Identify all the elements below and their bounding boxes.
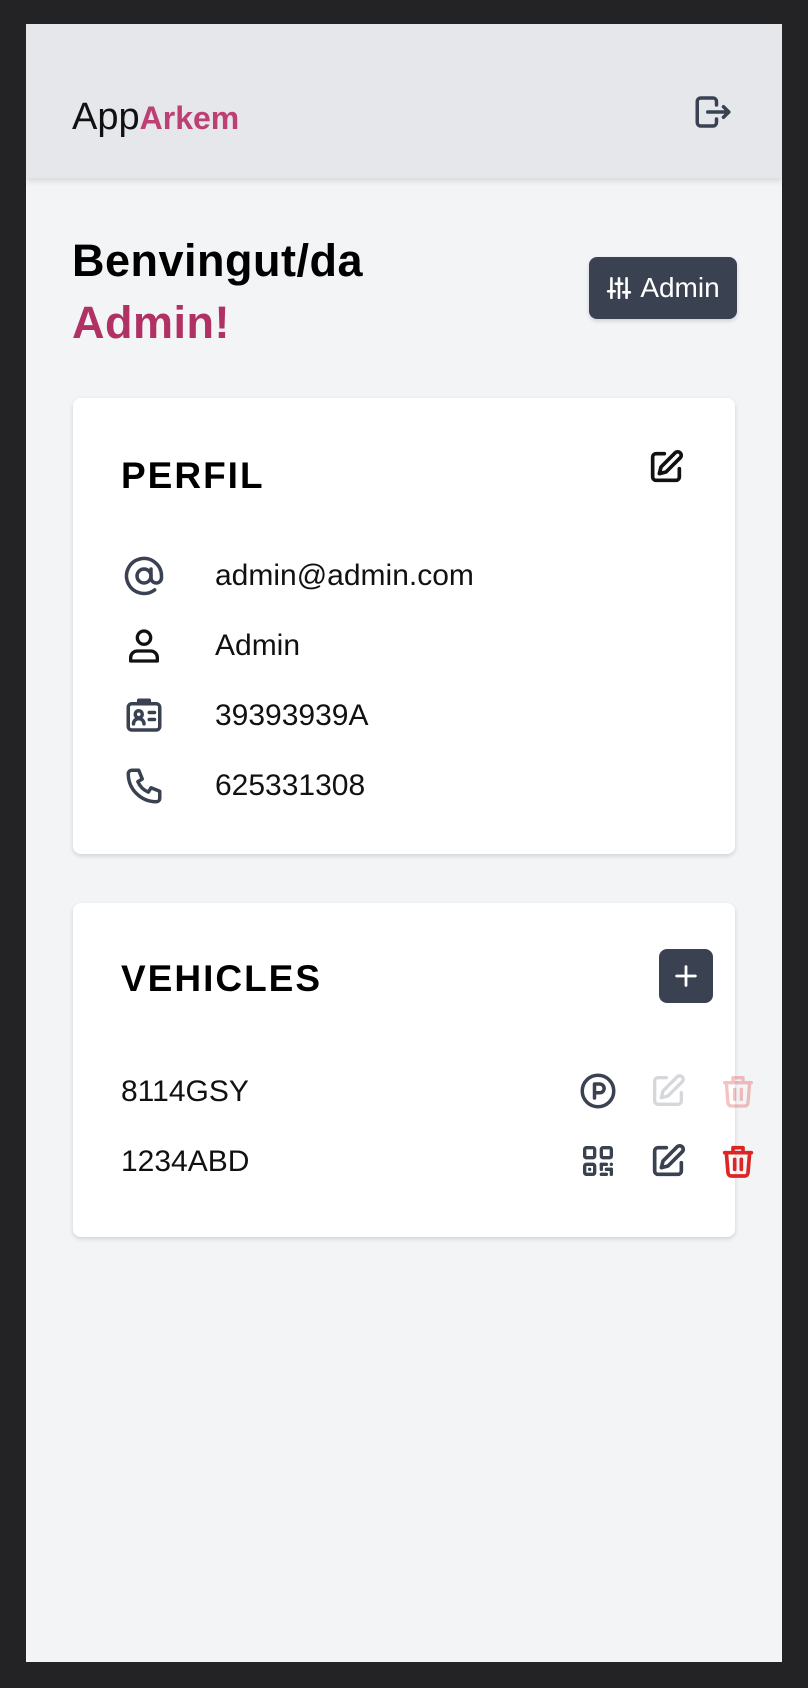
profile-dni: 39393939A: [215, 699, 369, 732]
vehicle-plate: 8114GSY: [121, 1075, 249, 1108]
edit-profile-button[interactable]: [643, 444, 689, 490]
welcome-heading: Benvingut/da Admin!: [72, 230, 363, 354]
plus-icon: [675, 965, 697, 987]
edit-icon: [653, 1074, 685, 1106]
profile-name: Admin: [215, 629, 301, 662]
admin-panel-button[interactable]: Admin: [589, 257, 737, 319]
trash-icon: [723, 1076, 753, 1108]
id-card-icon: [121, 693, 167, 739]
vehicle-row: 8114GSY: [121, 1067, 753, 1117]
vehicle-plate: 1234ABD: [121, 1145, 250, 1178]
qr-code-icon: [583, 1146, 613, 1176]
profile-id-row: 39393939A: [121, 692, 369, 740]
add-vehicle-button[interactable]: [659, 949, 713, 1003]
logo-text-app: App: [72, 96, 140, 138]
delete-vehicle-button[interactable]: [715, 1137, 761, 1185]
sliders-icon: [607, 276, 632, 300]
profile-email-row: admin@admin.com: [121, 552, 474, 600]
top-bar: AppArkem: [26, 24, 782, 178]
edit-vehicle-button[interactable]: [645, 1067, 691, 1115]
phone-icon: [121, 763, 167, 809]
profile-title: PERFIL: [121, 455, 265, 496]
edit-icon: [650, 449, 684, 483]
vehicles-title: VEHICLES: [121, 958, 323, 999]
profile-phone-row: 625331308: [121, 762, 365, 810]
logout-icon: [695, 96, 731, 128]
edit-icon: [652, 1143, 686, 1177]
edit-vehicle-button[interactable]: [645, 1137, 691, 1185]
trash-icon: [722, 1145, 754, 1178]
profile-phone: 625331308: [215, 769, 366, 802]
parking-icon: [580, 1073, 616, 1109]
app-screen: AppArkem Benvingut/da Admin! Admin PERFI…: [26, 24, 782, 1662]
logo-text-arkem: Arkem: [139, 100, 240, 136]
user-icon: [121, 623, 167, 669]
logout-button[interactable]: [690, 89, 736, 135]
profile-email: admin@admin.com: [215, 559, 474, 592]
vehicles-card: VEHICLES 8114GSY 1234ABD: [73, 903, 754, 1237]
welcome-text: Benvingut/da: [72, 235, 364, 286]
vehicle-row: 1234ABD: [121, 1137, 754, 1187]
delete-vehicle-button[interactable]: [715, 1067, 761, 1115]
app-logo[interactable]: AppArkem: [72, 92, 239, 143]
qr-code-button[interactable]: [575, 1137, 621, 1185]
at-sign-icon: [121, 553, 167, 599]
parking-button[interactable]: [575, 1067, 621, 1115]
profile-name-row: Admin: [121, 622, 300, 670]
profile-card: PERFIL admin@admin.com Admin 39393939A 6…: [73, 398, 735, 854]
admin-button-label: Admin: [640, 272, 720, 303]
welcome-user-name: Admin!: [72, 297, 230, 348]
